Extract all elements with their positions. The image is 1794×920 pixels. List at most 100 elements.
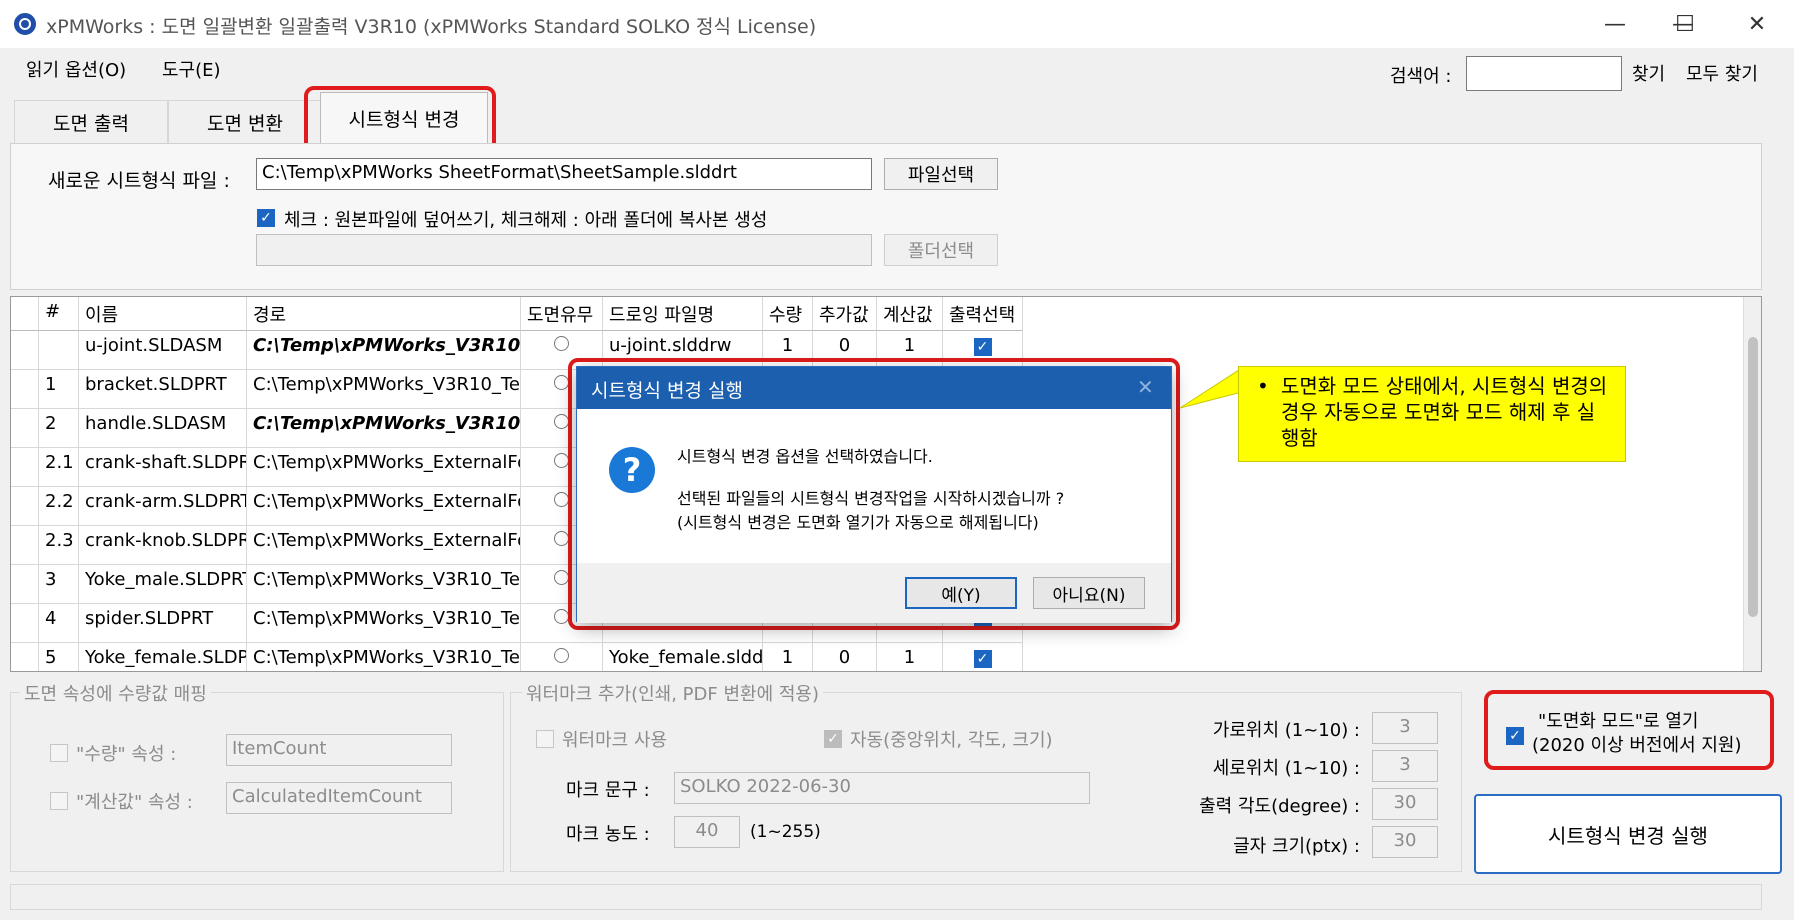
hpos-label: 가로위치 (1~10) : [1212,720,1360,741]
row-selector[interactable] [11,643,39,671]
callout-pointer [1179,367,1242,409]
row-selector[interactable] [11,487,39,526]
menu-read-options[interactable]: 읽기 옵션(O) [26,56,126,82]
drawing-radio[interactable] [554,375,569,390]
overwrite-label: 체크 : 원본파일에 덮어쓰기, 체크해제 : 아래 폴더에 복사본 생성 [284,210,768,231]
drawing-radio[interactable] [554,570,569,585]
cell-drawing-file: Yoke_female.slddrw [603,643,763,671]
find-all-button[interactable]: 모두 찾기 [1686,60,1758,86]
drawing-radio[interactable] [554,648,569,663]
app-logo-icon [14,13,36,35]
dialog-message-line2: 선택된 파일들의 시트형식 변경작업을 시작하시겠습니까 ? [677,489,1065,508]
window-title: xPMWorks : 도면 일괄변환 일괄출력 V3R10 (xPMWorks … [46,16,817,38]
dialog-close-icon[interactable]: ✕ [1137,375,1154,399]
dialog-message-line1: 시트형식 변경 옵션을 선택하였습니다. [677,447,933,466]
mark-density-range: (1~255) [750,822,821,842]
qty-mapping-label: "수량" 속성 : [76,744,177,765]
menu-tools[interactable]: 도구(E) [162,56,221,82]
font-size-field[interactable]: 30 [1372,826,1438,858]
mark-density-field[interactable]: 40 [674,816,740,848]
cell-num: 2.2 [39,487,79,526]
grid-scrollbar-thumb[interactable] [1748,337,1758,617]
overwrite-checkbox[interactable]: ✓ [257,209,275,227]
file-select-button[interactable]: 파일선택 [884,158,998,190]
cell-num: 2.3 [39,526,79,565]
qty-mapping-field[interactable]: ItemCount [226,734,452,766]
tab-drawing-output[interactable]: 도면 출력 [14,100,168,144]
drawing-radio[interactable] [554,453,569,468]
hpos-field[interactable]: 3 [1372,712,1438,744]
close-window-button[interactable]: ✕ [1722,0,1792,48]
calc-mapping-checkbox[interactable] [50,792,68,810]
grid-column-header[interactable]: 출력선택 [943,297,1023,331]
dialog-title-bar: 시트형식 변경 실행 ✕ [577,367,1171,409]
drawing-radio[interactable] [554,609,569,624]
title-bar: xPMWorks : 도면 일괄변환 일괄출력 V3R10 (xPMWorks … [0,0,1794,48]
row-selector[interactable] [11,409,39,448]
grid-scrollbar[interactable] [1743,297,1761,671]
drawing-radio[interactable] [554,531,569,546]
output-select-checkbox[interactable]: ✓ [973,650,992,668]
sheet-file-field[interactable]: C:\Temp\xPMWorks SheetFormat\SheetSample… [256,158,872,190]
dialog-footer: 예(Y) 아니요(N) [577,563,1171,623]
grid-column-header[interactable]: 도면유무 [521,297,603,331]
vpos-field[interactable]: 3 [1372,750,1438,782]
grid-column-header[interactable]: 추가값 [813,297,877,331]
row-selector[interactable] [11,604,39,643]
find-button[interactable]: 찾기 [1632,60,1665,86]
row-selector[interactable] [11,331,39,370]
folder-select-button[interactable]: 폴더선택 [884,234,998,266]
cell-output-select: ✓ [943,643,1023,671]
dialog-yes-button[interactable]: 예(Y) [905,577,1017,609]
cell-path: C:\Temp\xPMWorks_V3R10_Test [247,604,521,643]
grid-column-header[interactable]: 계산값 [877,297,943,331]
execute-sheet-change-button[interactable]: 시트형식 변경 실행 [1474,794,1782,874]
cell-name: handle.SLDASM [79,409,247,448]
watermark-auto-checkbox[interactable]: ✓ [824,730,842,748]
cell-num: 4 [39,604,79,643]
angle-field[interactable]: 30 [1372,788,1438,820]
cell-num: 1 [39,370,79,409]
grid-column-header[interactable]: 수량 [763,297,813,331]
grid-column-header[interactable]: 이름 [79,297,247,331]
tab-drawing-convert[interactable]: 도면 변환 [168,100,322,144]
output-select-checkbox[interactable]: ✓ [973,338,992,356]
search-input[interactable] [1466,56,1622,91]
cell-path: C:\Temp\xPMWorks_ExternalFold [247,448,521,487]
cell-name: Yoke_male.SLDPRT [79,565,247,604]
folder-field[interactable] [256,234,872,266]
row-selector[interactable] [11,370,39,409]
qty-mapping-checkbox[interactable] [50,744,68,762]
cell-name: crank-knob.SLDPRT [79,526,247,565]
watermark-auto-label: 자동(중앙위치, 각도, 크기) [850,730,1053,751]
annotation-callout: 도면화 모드 상태에서, 시트형식 변경의 경우 자동으로 도면화 모드 해제 … [1238,366,1626,462]
maximize-button[interactable]: ☐ [1650,0,1720,48]
watermark-group-title: 워터마크 추가(인쇄, PDF 변환에 적용) [522,680,824,706]
calc-mapping-field[interactable]: CalculatedItemCount [226,782,452,814]
cell-path: C:\Temp\xPMWorks_V3R10_Test [247,565,521,604]
drawing-radio[interactable] [554,492,569,507]
mark-text-field[interactable]: SOLKO 2022-06-30 [674,772,1090,804]
font-size-label: 글자 크기(ptx) : [1233,836,1360,857]
watermark-use-label: 워터마크 사용 [562,730,668,751]
watermark-use-checkbox[interactable] [536,730,554,748]
cell-qty: 1 [763,643,813,671]
cell-name: Yoke_female.SLDPRT [79,643,247,671]
status-bar [10,884,1762,910]
sheet-file-label: 새로운 시트형식 파일 : [48,170,230,192]
grid-column-header[interactable]: 경로 [247,297,521,331]
row-selector[interactable] [11,448,39,487]
grid-column-header[interactable]: # [39,297,79,331]
drawing-mode-checkbox[interactable]: ✓ [1506,727,1524,745]
vpos-label: 세로위치 (1~10) : [1212,758,1360,779]
row-selector[interactable] [11,565,39,604]
grid-column-header[interactable]: 드로잉 파일명 [603,297,763,331]
cell-add: 0 [813,643,877,671]
drawing-radio[interactable] [554,336,569,351]
minimize-button-top[interactable]: — [1580,0,1650,48]
cell-calc: 1 [877,643,943,671]
drawing-radio[interactable] [554,414,569,429]
row-selector[interactable] [11,526,39,565]
dialog-no-button[interactable]: 아니요(N) [1033,577,1145,609]
mapping-group-title: 도면 속성에 수량값 매핑 [20,680,211,706]
